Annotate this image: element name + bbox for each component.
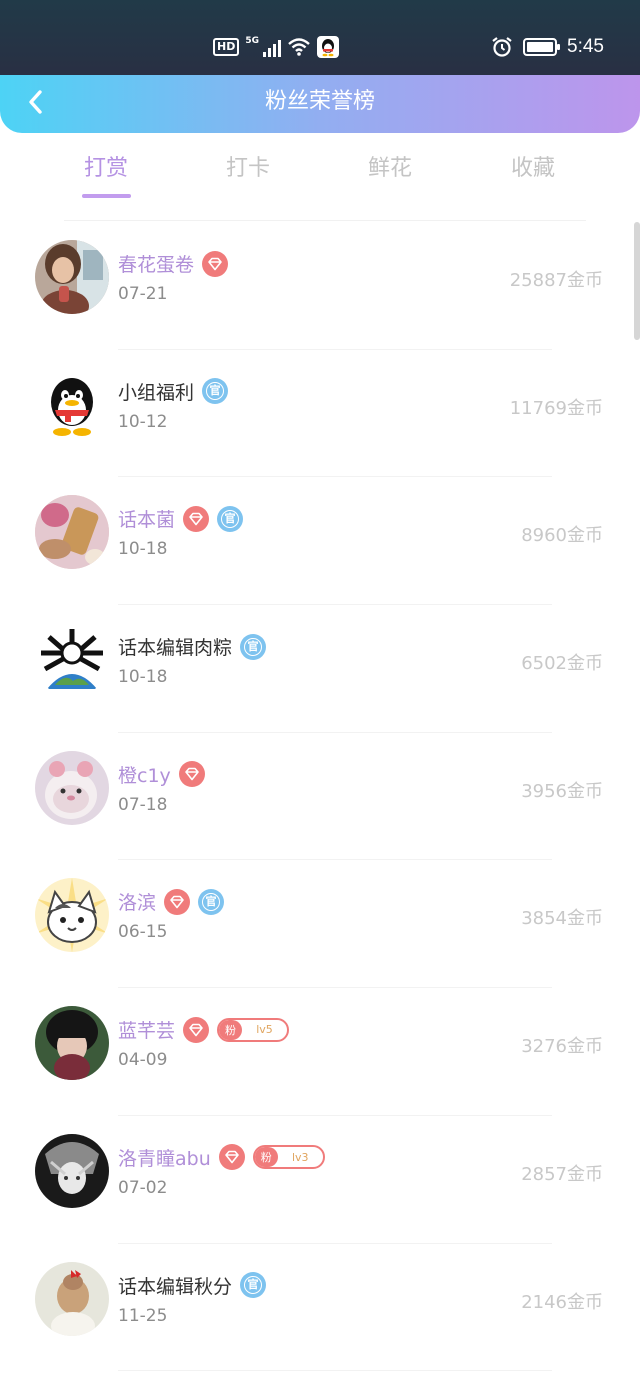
fan-date: 06-15 xyxy=(118,922,168,943)
wifi-icon xyxy=(288,38,310,56)
active-tab-indicator xyxy=(82,194,131,198)
coin-amount: 25887金币 xyxy=(509,270,603,291)
scrollbar[interactable] xyxy=(634,222,640,340)
divider xyxy=(118,1370,552,1372)
coin-amount: 3276金币 xyxy=(521,1036,603,1058)
coin-amount: 6502金币 xyxy=(521,653,603,675)
fan-date: 11-25 xyxy=(118,1305,168,1326)
list-item[interactable]: 春花蛋卷 07-21 25887金币 xyxy=(0,222,640,350)
avatar[interactable] xyxy=(35,1006,109,1081)
fan-name[interactable]: 春花蛋卷 xyxy=(118,250,194,277)
avatar[interactable] xyxy=(35,367,109,442)
fan-level-badge: 粉 lv5 xyxy=(217,1017,290,1042)
page-header: 粉丝荣誉榜 xyxy=(0,75,640,133)
status-right: 5:45 xyxy=(491,36,604,58)
tabs-divider xyxy=(64,220,586,221)
official-badge: 官 xyxy=(240,633,267,660)
coin-amount: 3854金币 xyxy=(521,908,603,930)
coin-amount: 3956金币 xyxy=(521,780,603,802)
fan-date: 07-02 xyxy=(118,1177,168,1198)
official-badge: 官 xyxy=(202,378,229,405)
status-left: HD 5G xyxy=(213,36,339,58)
fan-date: 10-18 xyxy=(118,667,168,688)
tab-checkin[interactable]: 打卡 xyxy=(198,150,298,202)
fan-name[interactable]: 小组福利 xyxy=(118,378,194,405)
coin-amount: 8960金币 xyxy=(521,525,603,547)
diamond-icon xyxy=(202,250,229,277)
fan-name[interactable]: 蓝芊芸 xyxy=(118,1016,175,1043)
fan-name[interactable]: 橙c1y xyxy=(118,761,171,788)
coin-amount: 11769金币 xyxy=(509,397,603,419)
tab-flowers[interactable]: 鲜花 xyxy=(340,150,440,202)
diamond-icon xyxy=(218,1144,245,1171)
official-badge: 官 xyxy=(240,1272,267,1298)
network-type: 5G xyxy=(245,36,259,46)
fan-ranking-list: 春花蛋卷 07-21 25887金币 小组福利 官 10-12 11769金币 … xyxy=(0,222,640,1372)
fan-date: 07-18 xyxy=(118,794,168,815)
battery-icon xyxy=(523,38,561,56)
alarm-icon xyxy=(492,37,512,57)
avatar[interactable] xyxy=(35,240,109,314)
qq-notification-icon xyxy=(317,36,339,58)
fan-level-badge: 粉 lv3 xyxy=(252,1145,325,1170)
fan-name[interactable]: 话本编辑肉粽 xyxy=(118,633,232,660)
hd-icon: HD xyxy=(213,38,240,56)
list-item[interactable]: 小组福利 官 10-12 11769金币 xyxy=(0,350,640,478)
avatar[interactable] xyxy=(35,750,109,825)
official-badge: 官 xyxy=(198,888,225,915)
fan-name[interactable]: 洛青瞳abu xyxy=(118,1144,211,1171)
avatar[interactable] xyxy=(35,1133,109,1208)
diamond-icon xyxy=(183,505,210,532)
list-item[interactable]: 话本编辑肉粽 官 10-18 6502金币 xyxy=(0,605,640,733)
coin-amount: 2857金币 xyxy=(521,1163,603,1185)
fan-name[interactable]: 话本编辑秋分 xyxy=(118,1272,232,1299)
list-item[interactable]: 话本编辑秋分 官 11-25 2146金币 xyxy=(0,1244,640,1372)
diamond-icon xyxy=(183,1016,210,1043)
avatar[interactable] xyxy=(35,623,109,698)
list-item[interactable]: 话本菌 官 10-18 8960金币 xyxy=(0,477,640,606)
list-item[interactable]: 蓝芊芸 粉 lv5 04-09 3276金币 xyxy=(0,988,640,1116)
fan-date: 10-12 xyxy=(118,411,168,432)
coin-amount: 2146金币 xyxy=(521,1291,603,1313)
avatar[interactable] xyxy=(35,495,109,570)
diamond-icon xyxy=(164,888,191,915)
fan-name[interactable]: 话本菌 xyxy=(118,505,175,532)
fan-name[interactable]: 洛滨 xyxy=(118,888,156,915)
page-title: 粉丝荣誉榜 xyxy=(264,89,375,114)
official-badge: 官 xyxy=(217,505,244,532)
fan-date: 04-09 xyxy=(118,1050,168,1071)
diamond-icon xyxy=(178,761,205,788)
tab-favorites[interactable]: 收藏 xyxy=(483,150,583,202)
avatar[interactable] xyxy=(35,878,109,953)
avatar[interactable] xyxy=(35,1261,109,1336)
fan-date: 07-21 xyxy=(118,284,168,304)
signal-icon xyxy=(263,37,281,57)
list-item[interactable]: 洛青瞳abu 粉 lv3 07-02 2857金币 xyxy=(0,1116,640,1244)
fan-date: 10-18 xyxy=(118,539,168,560)
status-time: 5:45 xyxy=(567,36,604,57)
list-item[interactable]: 洛滨 官 06-15 3854金币 xyxy=(0,860,640,989)
list-item[interactable]: 橙c1y 07-18 3956金币 xyxy=(0,733,640,861)
